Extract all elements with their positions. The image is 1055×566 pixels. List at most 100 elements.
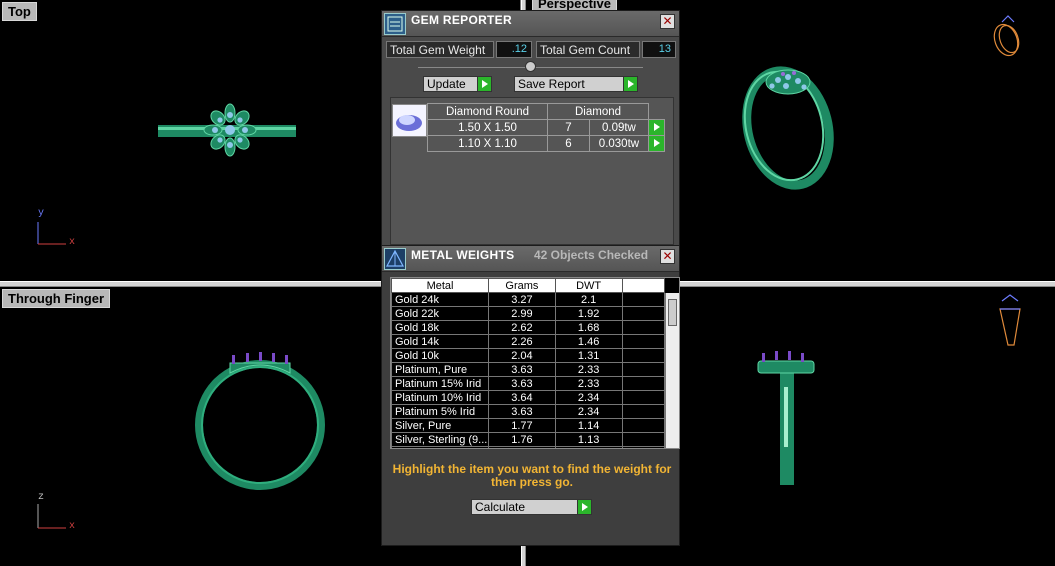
play-arrow-icon <box>623 77 637 91</box>
metal-row[interactable]: Silver, Coin (900)1.741.12 <box>391 446 665 448</box>
metal-metal: Gold 18k <box>391 320 490 335</box>
metal-metal: Platinum, Pure <box>391 362 490 377</box>
close-icon[interactable]: ✕ <box>660 249 675 264</box>
objects-checked-label: 42 Objects Checked <box>534 248 649 262</box>
metal-metal: Platinum 15% Irid <box>391 376 490 391</box>
viewport-label-through-finger[interactable]: Through Finger <box>2 289 111 308</box>
scrollbar-thumb[interactable] <box>668 299 677 326</box>
gem-size: 1.10 X 1.10 <box>427 135 548 152</box>
metal-empty-cell <box>621 376 665 391</box>
metal-row[interactable]: Gold 18k 2.62 1.68 <box>391 320 665 335</box>
metal-grams: 3.63 <box>488 376 556 391</box>
save-report-button-label: Save Report <box>518 77 585 91</box>
metal-weights-titlebar[interactable]: METAL WEIGHTS 42 Objects Checked ✕ <box>382 246 679 272</box>
metal-empty-cell <box>621 320 665 335</box>
metal-row[interactable]: Gold 14k 2.26 1.46 <box>391 334 665 349</box>
metal-grams: 2.99 <box>488 306 556 321</box>
metal-weight-icon <box>384 248 406 270</box>
metal-row[interactable]: Gold 24k 3.27 2.1 <box>391 292 665 307</box>
axis-indicator-through-finger <box>37 504 66 529</box>
viewport-label-top[interactable]: Top <box>2 2 37 21</box>
gem-reporter-titlebar[interactable]: GEM REPORTER ✕ <box>382 11 679 37</box>
metal-metal: Gold 10k <box>391 348 490 363</box>
metal-table-scrollbar[interactable] <box>665 293 679 448</box>
metal-row[interactable]: Gold 10k 2.04 1.31 <box>391 348 665 363</box>
gem-count: 7 <box>547 119 590 136</box>
column-metal[interactable]: Metal <box>391 278 490 293</box>
metal-grams: 3.63 <box>488 404 556 419</box>
metal-row[interactable]: Platinum 5% Irid 3.63 2.34 <box>391 404 665 419</box>
gem-size: 1.50 X 1.50 <box>427 119 548 136</box>
metal-empty-cell <box>621 390 665 405</box>
metal-grams: 2.62 <box>488 320 556 335</box>
metal-empty-cell <box>621 418 665 433</box>
finger-icon-side <box>999 294 1021 346</box>
total-gem-weight-value: .12 <box>496 41 532 58</box>
save-report-button[interactable]: Save Report <box>514 76 638 92</box>
metal-table: Metal Grams DWT Gold 24k 3.27 2.1 Gold 22k 2… <box>391 278 665 448</box>
metal-metal: Platinum 10% Irid <box>391 390 490 405</box>
axis-y-label: y <box>38 208 45 219</box>
gem-cluster-top <box>203 103 257 157</box>
metal-dwt: 2.34 <box>554 390 623 405</box>
metal-dwt: 2.34 <box>554 404 623 419</box>
metal-row[interactable]: Silver, Sterling (9... 1.76 1.13 <box>391 432 665 447</box>
metal-metal: Silver, Coin (900) <box>391 446 490 448</box>
gem-reporter-title: GEM REPORTER <box>411 13 512 27</box>
calculate-button[interactable]: Calculate <box>471 499 592 515</box>
metal-grams: 1.77 <box>488 418 556 433</box>
gem-stats-row: Total Gem Weight .12 Total Gem Count 13 <box>386 41 676 59</box>
metal-dwt: 1.46 <box>554 334 623 349</box>
play-arrow-icon <box>477 77 491 91</box>
metal-row[interactable]: Platinum 10% Irid 3.64 2.34 <box>391 390 665 405</box>
metal-metal: Silver, Pure <box>391 418 490 433</box>
gem-type-header: Diamond <box>547 103 649 120</box>
metal-weights-title: METAL WEIGHTS <box>411 248 515 262</box>
metal-dwt: 2.33 <box>554 376 623 391</box>
gem-table-header: Diamond Round Diamond <box>427 103 665 120</box>
ring-side-view <box>757 351 815 485</box>
gem-list: Diamond Round Diamond 1.50 X 1.50 7 0.09… <box>390 97 674 245</box>
metal-metal: Gold 24k <box>391 292 490 307</box>
ring-icon-perspective <box>993 15 1020 57</box>
metal-row[interactable]: Platinum, Pure 3.63 2.33 <box>391 362 665 377</box>
gem-weight: 0.09tw <box>588 119 650 136</box>
gem-reporter-panel: GEM REPORTER ✕ Total Gem Weight .12 Tota… <box>381 10 680 248</box>
total-gem-count-value: 13 <box>642 41 676 58</box>
metal-grams: 3.27 <box>488 292 556 307</box>
close-icon[interactable]: ✕ <box>660 14 675 29</box>
metal-dwt: 2.33 <box>554 362 623 377</box>
gem-row[interactable]: 1.50 X 1.50 7 0.09tw <box>427 119 665 136</box>
metal-row[interactable]: Platinum 15% Irid 3.63 2.33 <box>391 376 665 391</box>
column-grams[interactable]: Grams <box>488 278 556 293</box>
report-slider-knob[interactable] <box>525 61 536 72</box>
gem-report-icon <box>384 13 406 35</box>
metal-table-container[interactable]: Metal Grams DWT Gold 24k 3.27 2.1 Gold 22k 2… <box>390 277 680 449</box>
update-button[interactable]: Update <box>423 76 492 92</box>
gem-shape-header: Diamond Round <box>427 103 548 120</box>
metal-grams: 3.64 <box>488 390 556 405</box>
metal-empty-cell <box>621 306 665 321</box>
metal-empty-cell <box>621 334 665 349</box>
diamond-round-icon <box>392 104 427 137</box>
ring-through-finger <box>195 352 325 490</box>
metal-table-header: Metal Grams DWT <box>391 278 665 293</box>
metal-metal: Platinum 5% Irid <box>391 404 490 419</box>
metal-row[interactable]: Gold 22k 2.99 1.92 <box>391 306 665 321</box>
metal-row[interactable]: Silver, Pure 1.77 1.14 <box>391 418 665 433</box>
column-dwt[interactable]: DWT <box>554 278 623 293</box>
play-arrow-icon[interactable] <box>648 119 665 136</box>
total-gem-count-label: Total Gem Count <box>536 41 640 58</box>
metal-empty-cell <box>621 446 665 448</box>
metal-empty-cell <box>621 362 665 377</box>
metal-grams: 2.04 <box>488 348 556 363</box>
axis-z-label: z <box>38 492 45 503</box>
gem-weight: 0.030tw <box>588 135 650 152</box>
axis-indicator-top <box>37 222 66 245</box>
gem-count: 6 <box>547 135 590 152</box>
gem-row[interactable]: 1.10 X 1.10 6 0.030tw <box>427 135 665 152</box>
play-arrow-icon[interactable] <box>648 135 665 152</box>
metal-weights-panel: METAL WEIGHTS 42 Objects Checked ✕ Metal… <box>381 245 680 546</box>
metal-dwt: 1.13 <box>554 432 623 447</box>
metal-grams: 1.74 <box>488 446 556 448</box>
